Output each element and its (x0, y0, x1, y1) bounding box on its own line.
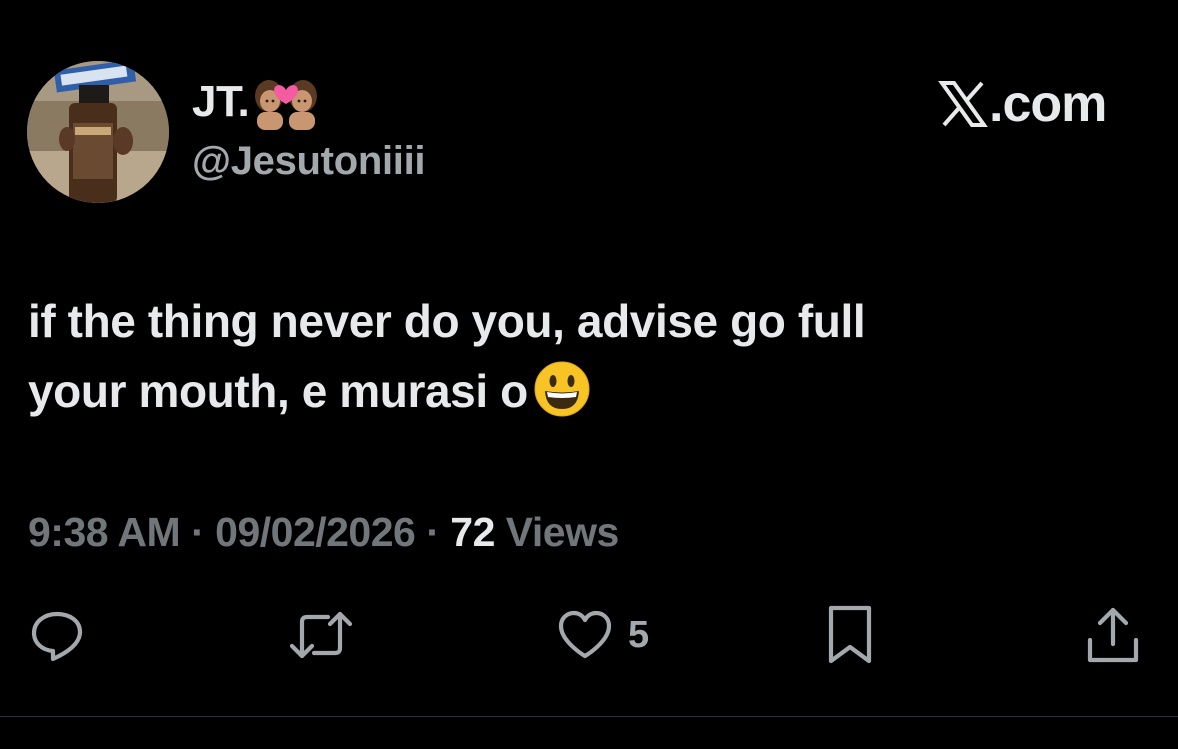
author-handle[interactable]: @Jesutoniiii (192, 135, 426, 187)
share-icon (1087, 607, 1139, 663)
action-bar: 5 (0, 600, 1178, 670)
x-logo-icon (938, 81, 988, 127)
divider (0, 716, 1178, 717)
tweet-time[interactable]: 9:38 AM (28, 509, 181, 555)
avatar[interactable] (27, 61, 169, 203)
brand-domain-text: .com (989, 75, 1107, 133)
meta-separator: · (415, 509, 451, 555)
like-count: 5 (628, 613, 650, 656)
tweet-text: if the thing never do you, advise go ful… (28, 295, 866, 417)
tweet-metadata: 9:38 AM · 09/02/2026 · 72 Views (28, 506, 619, 558)
share-button[interactable] (1084, 600, 1142, 670)
meta-separator: · (180, 509, 216, 555)
reply-button[interactable] (28, 600, 86, 670)
retweet-icon (289, 611, 353, 659)
heart-icon (558, 610, 612, 659)
views-count[interactable]: 72 (450, 509, 495, 555)
grinning-face-emoji (534, 361, 590, 417)
retweet-button[interactable] (288, 600, 354, 670)
couple-with-heart-emoji (251, 74, 321, 130)
views-label[interactable]: Views (495, 509, 619, 555)
author-name-text: JT. (192, 77, 250, 126)
bookmark-icon (828, 605, 872, 664)
tweet-date[interactable]: 09/02/2026 (215, 509, 416, 555)
like-button[interactable]: 5 (556, 600, 649, 670)
bookmark-button[interactable] (826, 600, 874, 670)
tweet-body: if the thing never do you, advise go ful… (28, 286, 1148, 426)
reply-icon (31, 611, 83, 662)
brand-watermark: .com (938, 72, 1107, 136)
author-display-name[interactable]: JT. (192, 74, 321, 130)
